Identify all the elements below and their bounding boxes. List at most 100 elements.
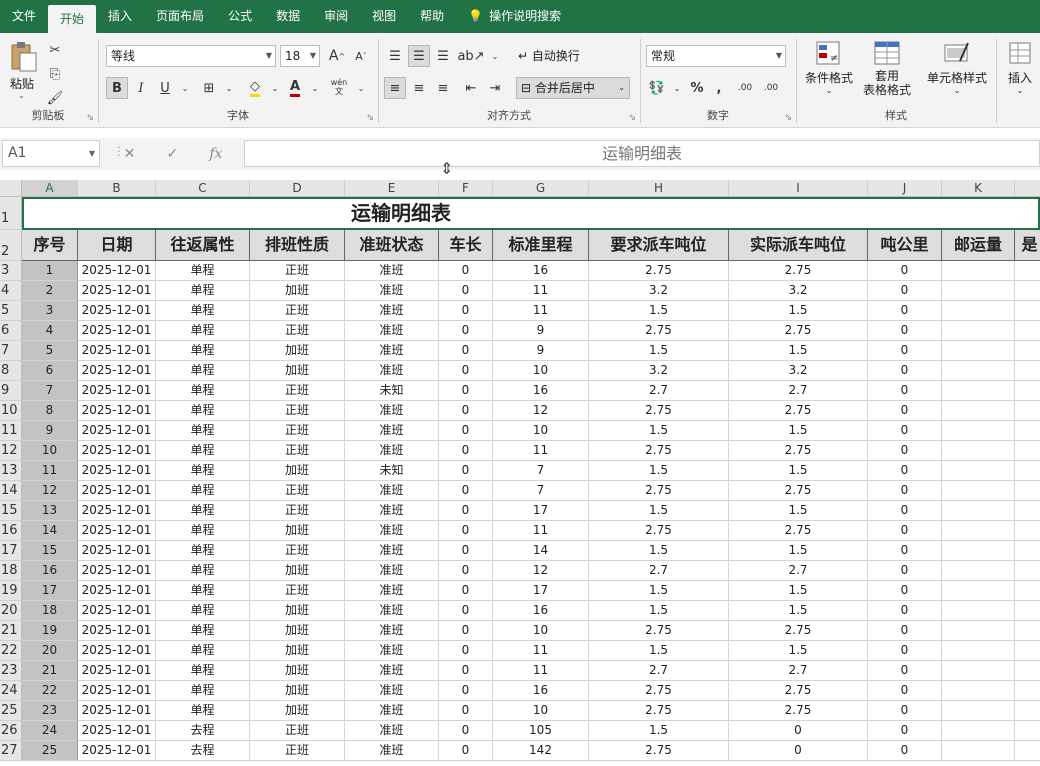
table-cell[interactable] (1015, 361, 1040, 381)
orientation-icon[interactable]: ab↗ (457, 45, 484, 67)
table-cell[interactable] (1015, 601, 1040, 621)
table-cell[interactable]: 1.5 (589, 501, 729, 521)
table-cell[interactable]: 0 (868, 681, 942, 701)
column-header[interactable]: B (78, 180, 156, 197)
table-cell[interactable]: 准班 (345, 621, 439, 641)
fill-color-icon[interactable]: ◇ (244, 77, 266, 99)
table-cell[interactable]: 10 (493, 621, 589, 641)
chevron-down-icon[interactable]: ⌄ (264, 77, 286, 99)
tab-3[interactable]: 页面布局 (144, 0, 216, 33)
table-cell[interactable]: 2.7 (729, 561, 868, 581)
table-cell[interactable] (1015, 681, 1040, 701)
table-cell[interactable]: 1.5 (729, 541, 868, 561)
table-cell[interactable]: 1.5 (589, 721, 729, 741)
table-cell[interactable]: 3 (22, 301, 78, 321)
table-cell[interactable]: 2025-12-01 (78, 361, 156, 381)
table-cell[interactable]: 21 (22, 661, 78, 681)
tab-4[interactable]: 公式 (216, 0, 264, 33)
table-cell[interactable] (1015, 501, 1040, 521)
table-cell[interactable]: 1.5 (589, 541, 729, 561)
table-cell[interactable] (942, 741, 1015, 761)
table-cell[interactable]: 0 (439, 541, 493, 561)
header-cell[interactable]: 吨公里 (868, 230, 942, 261)
table-cell[interactable]: 105 (493, 721, 589, 741)
table-cell[interactable] (1015, 641, 1040, 661)
table-cell[interactable]: 2 (22, 281, 78, 301)
table-cell[interactable]: 13 (22, 501, 78, 521)
table-cell[interactable]: 加班 (250, 621, 345, 641)
wrap-text-button[interactable]: ↵ 自动换行 (518, 45, 580, 67)
row-header[interactable]: 13 (0, 461, 22, 481)
table-cell[interactable]: 正班 (250, 381, 345, 401)
header-cell[interactable]: 标准里程 (493, 230, 589, 261)
table-cell[interactable]: 1.5 (729, 641, 868, 661)
table-cell[interactable]: 未知 (345, 381, 439, 401)
table-cell[interactable]: 24 (22, 721, 78, 741)
table-cell[interactable]: 22 (22, 681, 78, 701)
table-cell[interactable]: 加班 (250, 461, 345, 481)
table-cell[interactable]: 0 (439, 341, 493, 361)
table-cell[interactable]: 正班 (250, 501, 345, 521)
table-cell[interactable] (942, 561, 1015, 581)
row-header[interactable]: 24 (0, 681, 22, 701)
table-cell[interactable]: 14 (22, 521, 78, 541)
table-cell[interactable]: 单程 (156, 381, 250, 401)
table-cell[interactable]: 单程 (156, 341, 250, 361)
column-header[interactable]: F (439, 180, 493, 197)
row-header[interactable]: 5 (0, 301, 22, 321)
table-cell[interactable]: 10 (493, 421, 589, 441)
align-right-icon[interactable]: ≡ (432, 77, 454, 99)
table-cell[interactable]: 2025-12-01 (78, 461, 156, 481)
cell-styles-button[interactable]: 单元格样式 ⌄ (920, 37, 994, 107)
table-cell[interactable]: 1.5 (589, 641, 729, 661)
table-cell[interactable]: 2.75 (589, 701, 729, 721)
table-cell[interactable]: 准班 (345, 701, 439, 721)
table-cell[interactable]: 2025-12-01 (78, 581, 156, 601)
table-cell[interactable]: 单程 (156, 361, 250, 381)
table-cell[interactable]: 准班 (345, 481, 439, 501)
row-header[interactable]: 21 (0, 621, 22, 641)
header-cell[interactable]: 实际派车吨位 (729, 230, 868, 261)
table-cell[interactable] (942, 401, 1015, 421)
table-cell[interactable]: 0 (868, 601, 942, 621)
table-cell[interactable]: 准班 (345, 281, 439, 301)
table-cell[interactable]: 0 (868, 701, 942, 721)
enter-icon[interactable]: ✓ (166, 146, 178, 162)
table-cell[interactable]: 20 (22, 641, 78, 661)
table-cell[interactable] (942, 441, 1015, 461)
table-cell[interactable]: 2025-12-01 (78, 621, 156, 641)
cancel-icon[interactable]: ✕ (124, 146, 136, 162)
table-cell[interactable]: 1.5 (729, 421, 868, 441)
column-header[interactable]: E (345, 180, 439, 197)
table-cell[interactable]: 未知 (345, 461, 439, 481)
table-cell[interactable] (1015, 421, 1040, 441)
table-cell[interactable] (1015, 741, 1040, 761)
table-cell[interactable]: 0 (868, 261, 942, 281)
table-cell[interactable]: 准班 (345, 661, 439, 681)
table-cell[interactable] (942, 681, 1015, 701)
table-cell[interactable]: 2025-12-01 (78, 501, 156, 521)
decrease-decimal-icon[interactable]: .00 (760, 77, 782, 99)
table-cell[interactable]: 准班 (345, 741, 439, 761)
table-cell[interactable]: 准班 (345, 341, 439, 361)
table-cell[interactable]: 正班 (250, 741, 345, 761)
table-cell[interactable]: 2025-12-01 (78, 381, 156, 401)
phonetic-icon[interactable]: wén 文 (328, 73, 350, 101)
table-cell[interactable]: 加班 (250, 561, 345, 581)
row-header[interactable]: 18 (0, 561, 22, 581)
table-cell[interactable]: 2.75 (589, 261, 729, 281)
chevron-down-icon[interactable]: ⌄ (350, 77, 372, 99)
table-cell[interactable] (1015, 321, 1040, 341)
table-cell[interactable]: 正班 (250, 541, 345, 561)
table-cell[interactable]: 0 (439, 581, 493, 601)
table-cell[interactable]: 0 (868, 561, 942, 581)
shrink-font-button[interactable]: Aˇ (350, 45, 372, 67)
table-cell[interactable]: 单程 (156, 481, 250, 501)
column-header[interactable]: C (156, 180, 250, 197)
tab-5[interactable]: 数据 (264, 0, 312, 33)
table-cell[interactable]: 单程 (156, 461, 250, 481)
header-cell[interactable]: 车长 (439, 230, 493, 261)
clipboard-launcher-icon[interactable]: ⬂ (86, 113, 94, 123)
table-cell[interactable]: 0 (868, 381, 942, 401)
table-cell[interactable]: 0 (439, 501, 493, 521)
